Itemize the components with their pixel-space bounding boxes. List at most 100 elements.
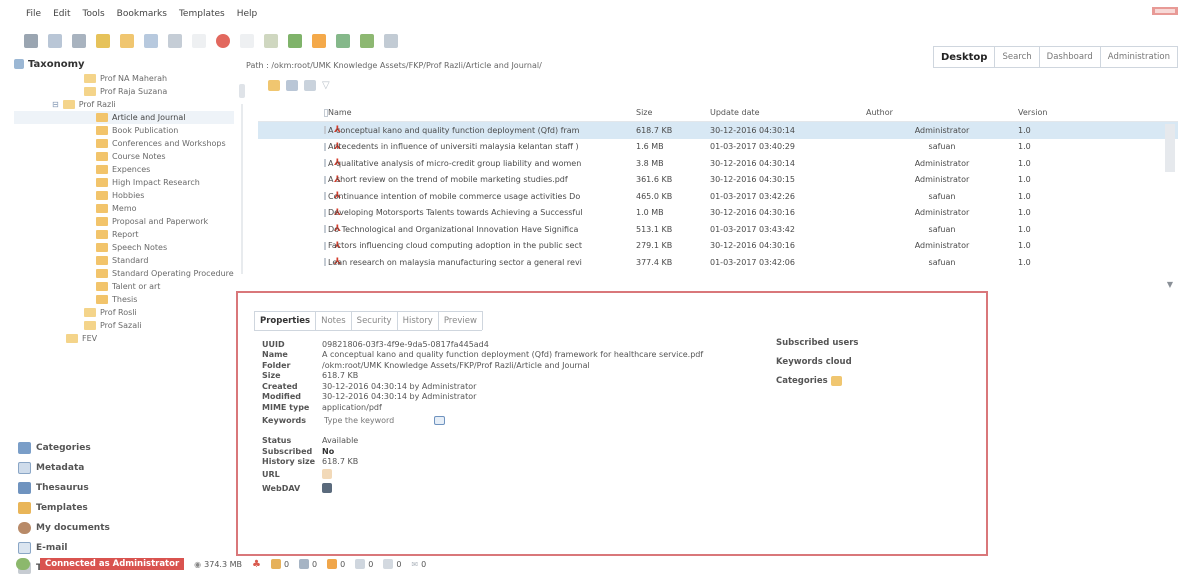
- locked-count[interactable]: 0: [270, 559, 289, 569]
- document-view-icon[interactable]: [286, 80, 298, 91]
- tab-properties[interactable]: Properties: [254, 311, 317, 330]
- menu-bookmarks[interactable]: Bookmarks: [117, 9, 167, 19]
- col-name[interactable]: Name: [328, 108, 636, 117]
- row-checkbox[interactable]: [324, 192, 326, 201]
- table-row[interactable]: ⅄ Factors influencing cloud computing ado…: [258, 238, 1178, 255]
- lock-icon[interactable]: [96, 34, 110, 48]
- col-version[interactable]: Version: [1018, 108, 1058, 117]
- row-checkbox[interactable]: [324, 126, 326, 135]
- table-row[interactable]: ⅄ Antecedents in influence of universiti …: [258, 139, 1178, 156]
- tree-item[interactable]: ⊟ Prof Razli: [14, 98, 234, 111]
- col-update-date[interactable]: Update date: [710, 108, 866, 117]
- tree-item[interactable]: Standard Operating Procedure: [14, 267, 234, 280]
- refresh-icon[interactable]: [312, 34, 326, 48]
- user-alert-icon[interactable]: ♣: [252, 559, 261, 570]
- row-checkbox[interactable]: [324, 159, 326, 168]
- tab-desktop[interactable]: Desktop: [933, 47, 996, 67]
- download-icon[interactable]: [264, 34, 278, 48]
- edit-icon[interactable]: [240, 34, 254, 48]
- copy-icon[interactable]: [168, 34, 182, 48]
- keyword-input[interactable]: [322, 413, 434, 427]
- new-document-icon[interactable]: [48, 34, 62, 48]
- messages-count[interactable]: ✉ 0: [411, 560, 426, 569]
- row-checkbox[interactable]: [324, 241, 326, 250]
- menu-help[interactable]: Help: [237, 9, 258, 19]
- taxonomy-header[interactable]: Taxonomy: [14, 56, 246, 72]
- webdav-icon[interactable]: [322, 483, 332, 493]
- tree-item[interactable]: High Impact Research: [14, 176, 234, 189]
- menu-file[interactable]: File: [26, 9, 41, 19]
- filter-icon[interactable]: ▽: [322, 80, 330, 91]
- section-metadata[interactable]: Metadata: [18, 458, 246, 478]
- file-table-scrollbar[interactable]: ▼: [1164, 118, 1176, 304]
- tree-item[interactable]: Hobbies: [14, 189, 234, 202]
- table-row[interactable]: ⅄ Developing Motorsports Talents towards …: [258, 205, 1178, 222]
- workflow-count[interactable]: 0: [355, 559, 373, 569]
- print-icon[interactable]: [72, 34, 86, 48]
- share-icon[interactable]: [336, 34, 350, 48]
- tree-item[interactable]: Prof NA Maherah: [14, 72, 234, 85]
- tree-item[interactable]: Standard: [14, 254, 234, 267]
- tree-item[interactable]: Expences: [14, 163, 234, 176]
- tab-preview[interactable]: Preview: [437, 311, 483, 330]
- tree-item[interactable]: Course Notes: [14, 150, 234, 163]
- section-my-documents[interactable]: My documents: [18, 518, 246, 538]
- row-checkbox[interactable]: [324, 258, 326, 267]
- new-folder-icon[interactable]: [120, 34, 134, 48]
- url-copy-icon[interactable]: [322, 469, 332, 479]
- menu-templates[interactable]: Templates: [179, 9, 225, 19]
- list-view-icon[interactable]: [304, 80, 316, 91]
- table-row[interactable]: ⅄ A qualitative analysis of micro-credit …: [258, 155, 1178, 172]
- folder-up-icon[interactable]: [268, 80, 280, 91]
- table-row[interactable]: ⅄ A short review on the trend of mobile m…: [258, 172, 1178, 189]
- section-templates[interactable]: Templates: [18, 498, 246, 518]
- table-row[interactable]: ⅄ Do Technological and Organizational Inn…: [258, 221, 1178, 238]
- tree-item[interactable]: Report: [14, 228, 234, 241]
- tab-dashboard[interactable]: Dashboard: [1040, 47, 1101, 67]
- properties-icon[interactable]: [360, 34, 374, 48]
- row-checkbox[interactable]: [324, 225, 326, 234]
- row-checkbox[interactable]: [324, 208, 326, 217]
- binoculars-icon[interactable]: [24, 34, 38, 48]
- tree-item[interactable]: Thesis: [14, 293, 234, 306]
- row-checkbox[interactable]: [324, 175, 326, 184]
- menu-tools[interactable]: Tools: [83, 9, 105, 19]
- tab-notes[interactable]: Notes: [315, 311, 352, 330]
- tab-search[interactable]: Search: [995, 47, 1040, 67]
- tree-item[interactable]: Prof Rosli: [14, 306, 234, 319]
- tree-item[interactable]: Article and Journal: [14, 111, 234, 124]
- tree-item[interactable]: Prof Raja Suzana: [14, 85, 234, 98]
- table-row[interactable]: ⅄ A conceptual kano and quality function …: [258, 122, 1178, 139]
- keyword-book-icon[interactable]: [434, 415, 445, 425]
- collapse-toggle-icon[interactable]: ⊟: [52, 100, 59, 109]
- checkout-count[interactable]: 0: [299, 559, 317, 569]
- proposals-count[interactable]: 0: [383, 559, 401, 569]
- menu-edit[interactable]: Edit: [53, 9, 70, 19]
- tree-item[interactable]: Proposal and Paperwork: [14, 215, 234, 228]
- section-categories[interactable]: Categories: [18, 438, 246, 458]
- tree-item[interactable]: Prof Sazali: [14, 319, 234, 332]
- section-thesaurus[interactable]: Thesaurus: [18, 478, 246, 498]
- workflow-icon[interactable]: [288, 34, 302, 48]
- add-document-icon[interactable]: [144, 34, 158, 48]
- col-size[interactable]: Size: [636, 108, 710, 117]
- bookmark-icon[interactable]: [192, 34, 206, 48]
- table-row[interactable]: ⅄ Lean research on malaysia manufacturing…: [258, 254, 1178, 271]
- row-checkbox[interactable]: [324, 142, 326, 151]
- tree-item[interactable]: Speech Notes: [14, 241, 234, 254]
- tree-item[interactable]: FEV: [14, 332, 234, 345]
- grid-icon[interactable]: [384, 34, 398, 48]
- tree-item[interactable]: Memo: [14, 202, 234, 215]
- tab-history[interactable]: History: [396, 311, 439, 330]
- table-row[interactable]: ⅄ Continuance intention of mobile commerc…: [258, 188, 1178, 205]
- folder-icon: [96, 282, 108, 291]
- subscribed-count[interactable]: 0: [327, 559, 345, 569]
- tree-item[interactable]: Book Publication: [14, 124, 234, 137]
- add-category-icon[interactable]: [830, 375, 842, 386]
- tab-administration[interactable]: Administration: [1101, 47, 1177, 67]
- tree-item[interactable]: Talent or art: [14, 280, 234, 293]
- col-author[interactable]: Author: [866, 108, 1018, 117]
- delete-icon[interactable]: [216, 34, 230, 48]
- tab-security[interactable]: Security: [350, 311, 398, 330]
- tree-item[interactable]: Conferences and Workshops: [14, 137, 234, 150]
